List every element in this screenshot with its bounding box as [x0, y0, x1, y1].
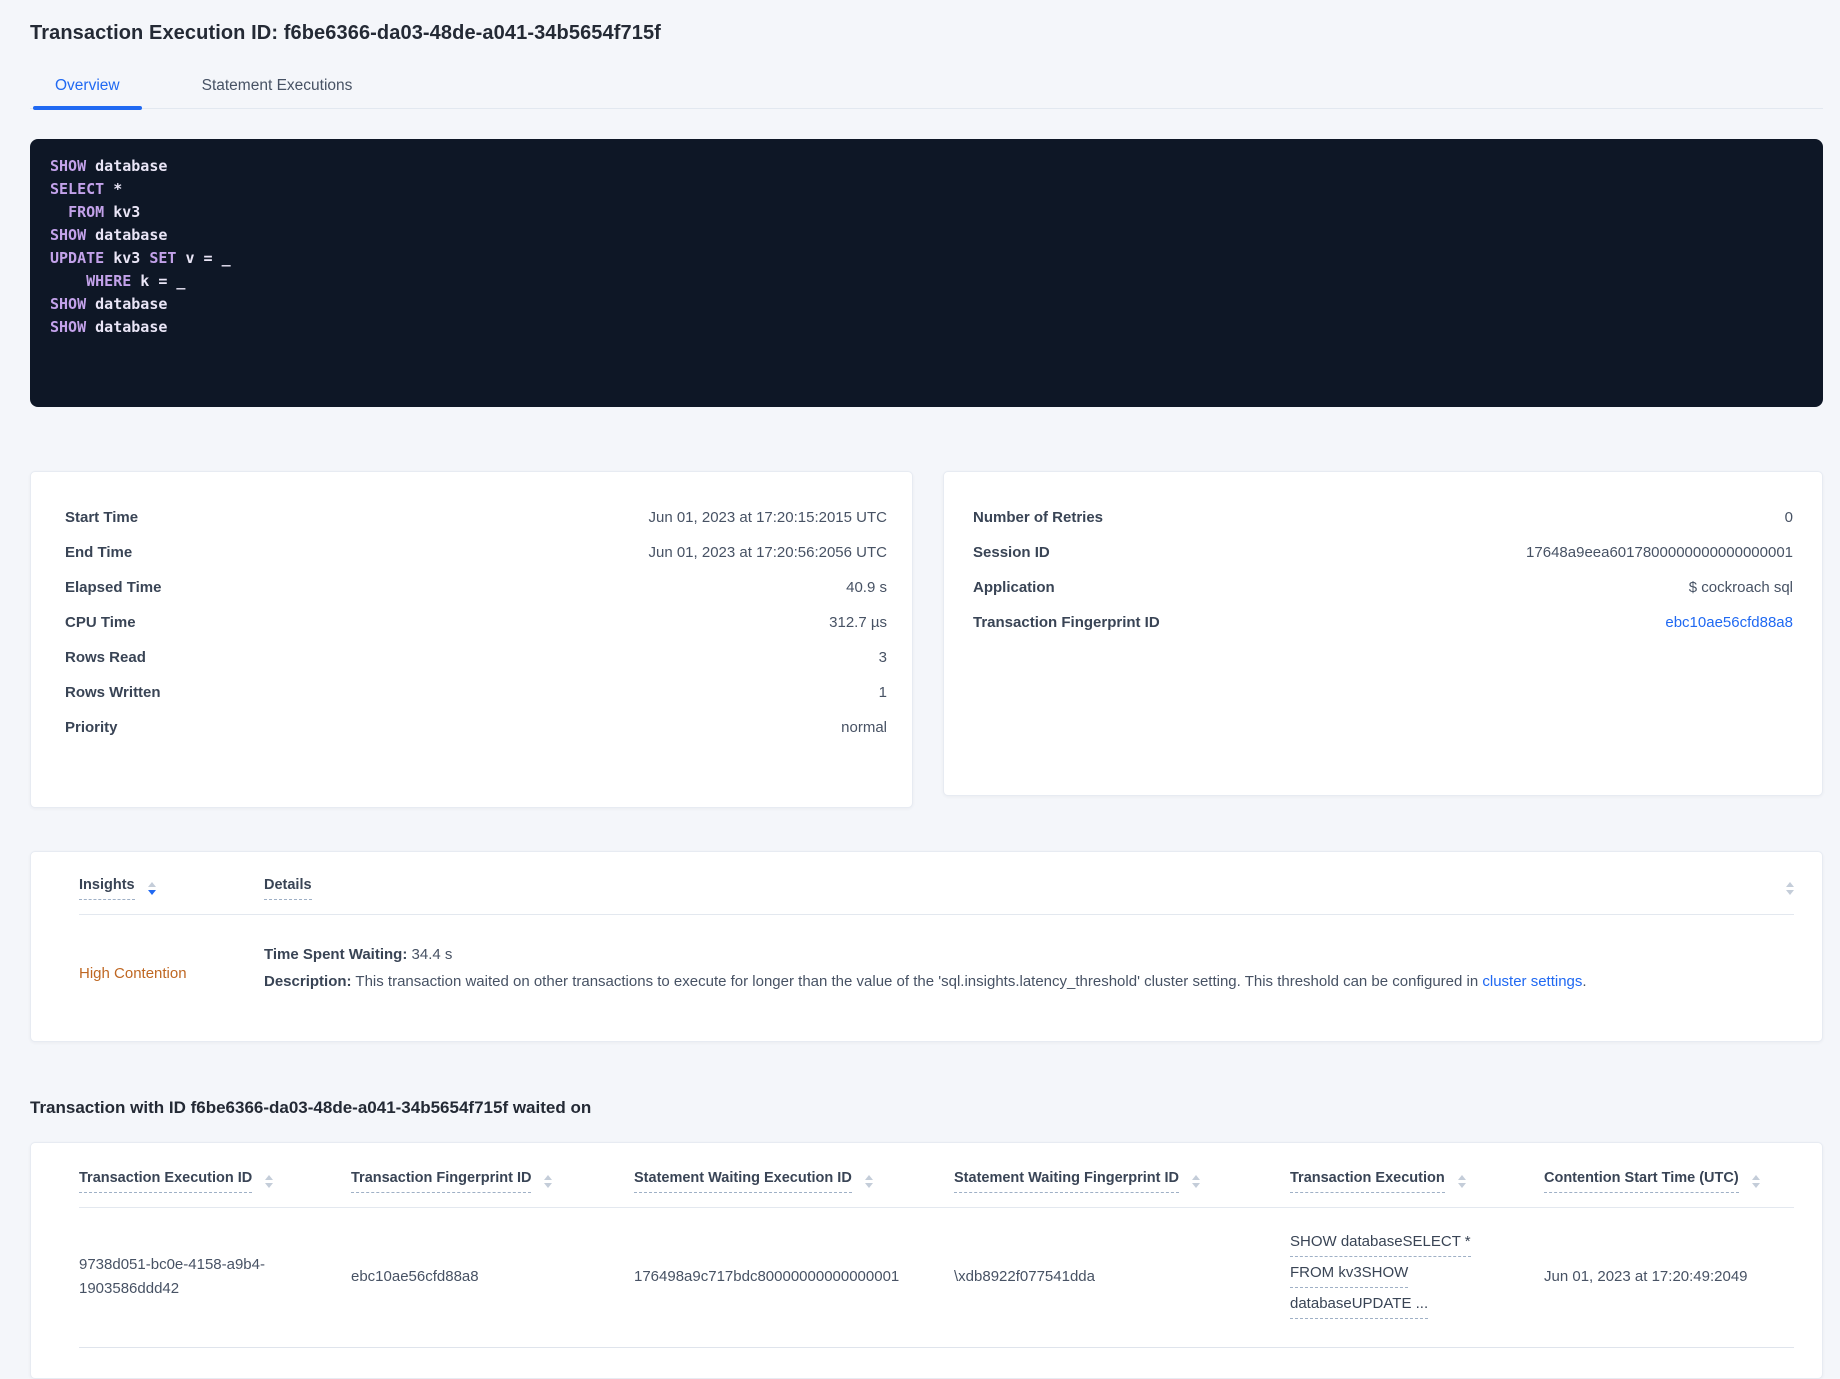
sql-code-line: SELECT *	[50, 180, 123, 198]
stat-value: $ cockroach sql	[1688, 579, 1793, 596]
transaction-stats-card: Number of Retries 0 Session ID 17648a9eea60…	[943, 471, 1823, 796]
stat-label: End Time	[65, 544, 133, 561]
stat-value: 40.9 s	[846, 579, 887, 596]
stat-label: Priority	[65, 719, 118, 736]
sort-arrows-icon[interactable]	[864, 1175, 873, 1188]
sort-arrows-icon[interactable]	[265, 1175, 274, 1188]
column-header-transaction-fingerprint-id[interactable]: Transaction Fingerprint ID	[351, 1169, 634, 1193]
insights-extra-sort[interactable]	[1773, 876, 1794, 895]
transaction-execution-fragment[interactable]: SHOW databaseSELECT *	[1290, 1230, 1471, 1257]
column-header-transaction-execution[interactable]: Transaction Execution	[1290, 1169, 1544, 1193]
waited-on-table-row: 9738d051-bc0e-4158-a9b4-1903586ddd42 ebc…	[79, 1208, 1794, 1348]
column-header-statement-waiting-fingerprint-id[interactable]: Statement Waiting Fingerprint ID	[954, 1169, 1290, 1193]
sort-arrows-icon[interactable]	[1457, 1175, 1466, 1188]
cluster-settings-link[interactable]: cluster settings	[1482, 973, 1582, 990]
sql-code-line: SHOW database	[50, 318, 168, 336]
insights-column-label[interactable]: Insights	[79, 877, 135, 900]
column-header-label[interactable]: Contention Start Time (UTC)	[1544, 1170, 1739, 1193]
sql-code-line: SHOW database	[50, 226, 168, 244]
stat-value: Jun 01, 2023 at 17:20:56:2056 UTC	[648, 544, 887, 561]
stat-row: End Time Jun 01, 2023 at 17:20:56:2056 UT…	[65, 535, 887, 570]
column-header-label[interactable]: Transaction Execution	[1290, 1170, 1445, 1193]
insights-table: Insights Details High Contention Time Sp…	[30, 851, 1823, 1042]
statement-waiting-fingerprint-id-cell: \xdb8922f077541dda	[954, 1267, 1095, 1285]
stat-label: Number of Retries	[973, 509, 1104, 526]
waited-on-heading: Transaction with ID f6be6366-da03-48de-a…	[30, 1098, 592, 1117]
insight-details: Time Spent Waiting: 34.4 s Description: …	[264, 941, 1794, 995]
transaction-execution-fragment[interactable]: FROM kv3SHOW	[1290, 1261, 1409, 1288]
insight-row: High Contention Time Spent Waiting: 34.4…	[79, 915, 1794, 1025]
column-header-label[interactable]: Transaction Fingerprint ID	[351, 1170, 532, 1193]
stat-label: Elapsed Time	[65, 579, 162, 596]
transaction-sql-box: SHOW database SELECT * FROM kv3 SHOW datab…	[30, 139, 1823, 407]
waited-on-table: Transaction Execution ID Transaction Fing…	[30, 1142, 1823, 1379]
stat-label: Application	[973, 579, 1055, 596]
stat-value: normal	[841, 719, 887, 736]
stat-row: Transaction Fingerprint ID ebc10ae56cfd88…	[973, 605, 1793, 640]
column-header-contention-start-time-utc-[interactable]: Contention Start Time (UTC)	[1544, 1169, 1794, 1193]
stat-value: 17648a9eea6017800000000000000001	[1526, 544, 1793, 561]
column-header-statement-waiting-execution-id[interactable]: Statement Waiting Execution ID	[634, 1169, 954, 1193]
stat-row: CPU Time 312.7 µs	[65, 605, 887, 640]
time-spent-waiting: Time Spent Waiting: 34.4 s	[264, 946, 453, 963]
stat-label: Session ID	[973, 544, 1050, 561]
sql-code-line: UPDATE kv3 SET v = _	[50, 249, 231, 267]
transaction-execution-link[interactable]: SHOW databaseSELECT * FROM kv3SHOW databas…	[1290, 1230, 1544, 1323]
sort-arrows-icon[interactable]	[1192, 1175, 1201, 1188]
details-column-label[interactable]: Details	[264, 877, 312, 900]
stat-row: Priority normal	[65, 710, 887, 745]
stat-value: Jun 01, 2023 at 17:20:15:2015 UTC	[648, 509, 887, 526]
stat-value: 1	[878, 684, 887, 701]
column-header-label[interactable]: Transaction Execution ID	[79, 1170, 253, 1193]
stat-row: Session ID 17648a9eea60178000000000000000…	[973, 535, 1793, 570]
stat-label: Rows Written	[65, 684, 161, 701]
contention-start-time-cell: Jun 01, 2023 at 17:20:49:2049	[1544, 1267, 1748, 1285]
execution-stats-rows: Start Time Jun 01, 2023 at 17:20:15:2015 …	[65, 500, 887, 745]
stat-value: 0	[1784, 509, 1793, 526]
sort-arrows-icon[interactable]	[1786, 882, 1794, 895]
sql-code-line: SHOW database	[50, 157, 168, 175]
insights-table-header: Insights Details	[79, 876, 1794, 900]
transaction-stats-rows: Number of Retries 0 Session ID 17648a9eea60…	[973, 500, 1793, 640]
insight-description: Description: This transaction waited on …	[264, 973, 1587, 990]
transaction-execution-fragment[interactable]: databaseUPDATE ...	[1290, 1292, 1429, 1319]
transaction-details-page: Transaction Execution ID: f6be6366-da03-…	[0, 0, 1840, 1379]
insights-column-header[interactable]: Insights	[79, 876, 264, 900]
stat-label: Start Time	[65, 509, 139, 526]
stat-row: Number of Retries 0	[973, 500, 1793, 535]
column-header-label[interactable]: Statement Waiting Fingerprint ID	[954, 1170, 1180, 1193]
sql-code-line: FROM kv3	[68, 203, 141, 221]
column-header-transaction-execution-id[interactable]: Transaction Execution ID	[79, 1169, 351, 1193]
sort-arrows-icon[interactable]	[1751, 1175, 1760, 1188]
tab-overview[interactable]: Overview	[33, 71, 142, 110]
sql-code-line: WHERE k = _	[86, 272, 186, 290]
statement-waiting-execution-id-cell: 176498a9c717bdc80000000000000001	[634, 1267, 900, 1285]
stat-label: Rows Read	[65, 649, 146, 666]
stat-label: CPU Time	[65, 614, 136, 631]
stat-row: Rows Written 1	[65, 675, 887, 710]
sort-arrows-icon[interactable]	[544, 1175, 553, 1188]
sql-code-line: SHOW database	[50, 295, 168, 313]
tab-bar: Overview Statement Executions	[30, 71, 1823, 110]
waited-on-table-header: Transaction Execution ID Transaction Fing…	[79, 1169, 1794, 1193]
stat-value: 312.7 µs	[829, 614, 887, 631]
sort-arrows-icon[interactable]	[147, 882, 156, 895]
column-header-label[interactable]: Statement Waiting Execution ID	[634, 1170, 852, 1193]
stat-row: Rows Read 3	[65, 640, 887, 675]
stat-label: Transaction Fingerprint ID	[973, 614, 1160, 631]
page-title: Transaction Execution ID: f6be6366-da03-…	[30, 22, 661, 44]
transaction-execution-id-cell: 9738d051-bc0e-4158-a9b4-1903586ddd42	[79, 1255, 265, 1297]
stat-row: Application $ cockroach sql	[973, 570, 1793, 605]
stat-value: 3	[878, 649, 887, 666]
stat-row: Start Time Jun 01, 2023 at 17:20:15:2015 …	[65, 500, 887, 535]
insight-badge: High Contention	[79, 965, 187, 982]
summary-cards-row: Start Time Jun 01, 2023 at 17:20:15:2015 …	[30, 471, 1823, 808]
stat-row: Elapsed Time 40.9 s	[65, 570, 887, 605]
tab-statement-executions[interactable]: Statement Executions	[200, 71, 355, 108]
stat-value-link[interactable]: ebc10ae56cfd88a8	[1665, 614, 1793, 631]
details-column-header[interactable]: Details	[264, 876, 1773, 900]
transaction-fingerprint-id-cell: ebc10ae56cfd88a8	[351, 1267, 479, 1285]
execution-stats-card: Start Time Jun 01, 2023 at 17:20:15:2015 …	[30, 471, 913, 808]
